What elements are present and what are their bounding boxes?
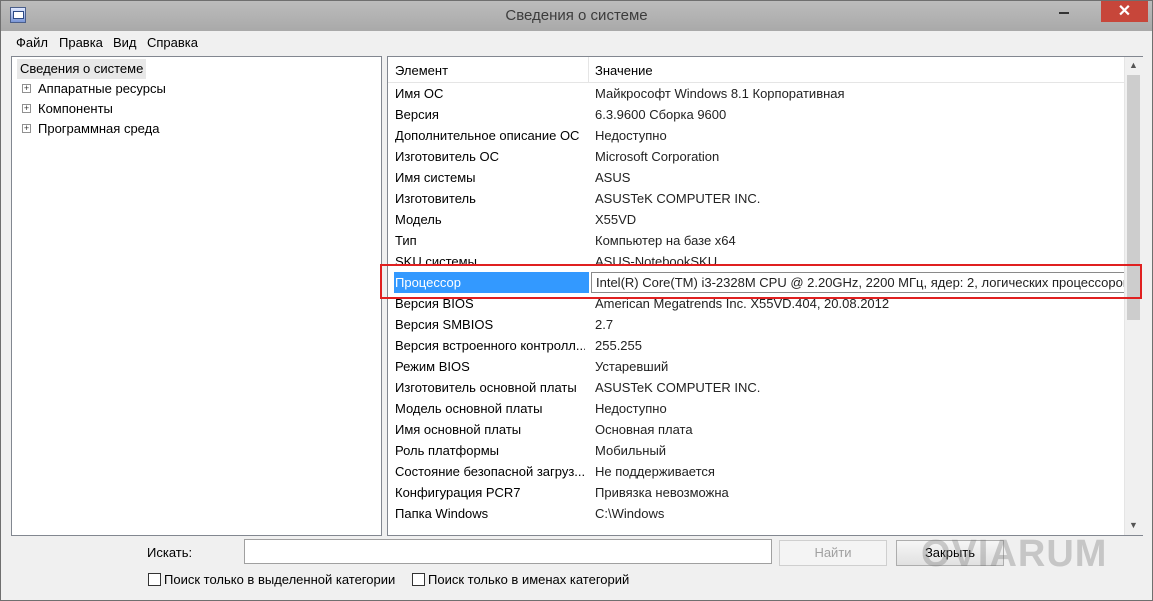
row-element-cell: Версия [395,107,439,122]
scroll-down-icon[interactable]: ▼ [1125,517,1142,534]
row-value-cell: Недоступно [595,128,667,143]
row-element-cell: Изготовитель основной платы [395,380,577,395]
column-header-value[interactable]: Значение [595,63,653,78]
table-row[interactable]: Дополнительное описание ОС Недоступно [388,125,1124,146]
table-row[interactable]: Изготовитель основной платы ASUSTeK COMPU… [388,377,1124,398]
annotation-highlight-box [380,264,1142,299]
tree-item-hardware-resources[interactable]: Аппаратные ресурсы [38,79,166,99]
row-element-cell: Версия SMBIOS [395,317,494,332]
row-element-cell: Модель основной платы [395,401,543,416]
row-value-cell: Компьютер на базе x64 [595,233,736,248]
menu-edit[interactable]: Правка [59,35,103,50]
search-input[interactable] [244,539,772,564]
row-element-cell: Папка Windows [395,506,489,521]
search-selected-category-label[interactable]: Поиск только в выделенной категории [164,572,395,587]
row-element-cell: Модель [395,212,442,227]
row-element-cell: Роль платформы [395,443,499,458]
row-element-cell: Версия встроенного контролл... [395,338,585,353]
row-element-cell: Имя системы [395,170,476,185]
table-row[interactable]: Режим BIOS Устаревший [388,356,1124,377]
window-title: Сведения о системе [505,7,648,24]
menu-view[interactable]: Вид [113,35,137,50]
expand-plus-icon[interactable]: + [22,104,31,113]
expand-plus-icon[interactable]: + [22,124,31,133]
row-value-cell: ASUSTeK COMPUTER INC. [595,380,761,395]
table-row[interactable]: Конфигурация PCR7 Привязка невозможна [388,482,1124,503]
column-divider[interactable] [588,57,589,82]
row-element-cell: Режим BIOS [395,359,470,374]
table-row[interactable]: Модель основной платы Недоступно [388,398,1124,419]
column-header-element[interactable]: Элемент [395,63,448,78]
table-row[interactable]: Изготовитель ASUSTeK COMPUTER INC. [388,188,1124,209]
table-row[interactable]: Имя ОС Майкрософт Windows 8.1 Корпоративн… [388,83,1124,104]
row-value-cell: Мобильный [595,443,667,458]
search-label: Искать: [147,545,193,560]
table-row[interactable]: Имя системы ASUS [388,167,1124,188]
row-element-cell: Имя основной платы [395,422,522,437]
category-tree: Сведения о системе + Аппаратные ресурсы … [11,56,382,536]
row-value-cell: Основная плата [595,422,693,437]
search-category-names-checkbox[interactable] [412,573,425,586]
system-info-window: Сведения о системе ✕ Файл Правка Вид Спр… [0,0,1153,601]
tree-item-components[interactable]: Компоненты [38,99,113,119]
row-value-cell: 2.7 [595,317,614,332]
menu-help[interactable]: Справка [147,35,198,50]
tree-item-software-environment[interactable]: Программная среда [38,119,159,139]
table-row[interactable]: Версия 6.3.9600 Сборка 9600 [388,104,1124,125]
tree-root-system-summary[interactable]: Сведения о системе [17,59,147,79]
list-header: Элемент Значение [388,57,1124,83]
row-value-cell: 255.255 [595,338,642,353]
menu-file[interactable]: Файл [16,35,48,50]
close-window-button[interactable]: ✕ [1101,1,1148,22]
table-row[interactable]: Модель X55VD [388,209,1124,230]
table-row[interactable]: Тип Компьютер на базе x64 [388,230,1124,251]
title-bar[interactable]: Сведения о системе ✕ [1,1,1152,31]
table-row[interactable]: Имя основной платы Основная плата [388,419,1124,440]
table-row[interactable]: Роль платформы Мобильный [388,440,1124,461]
row-value-cell: C:\Windows [595,506,665,521]
row-element-cell: Тип [395,233,417,248]
row-value-cell: X55VD [595,212,637,227]
watermark-logo: OVIARUM [921,533,1108,575]
expand-plus-icon[interactable]: + [22,84,31,93]
row-element-cell: Изготовитель ОС [395,149,499,164]
row-element-cell: Конфигурация PCR7 [395,485,521,500]
menu-bar: Файл Правка Вид Справка [1,32,1152,52]
table-row[interactable]: Папка Windows C:\Windows [388,503,1124,524]
minimize-icon[interactable] [1059,12,1069,14]
row-value-cell: Недоступно [595,401,667,416]
search-category-names-label[interactable]: Поиск только в именах категорий [428,572,629,587]
row-element-cell: Изготовитель [395,191,476,206]
table-row[interactable]: Изготовитель ОС Microsoft Corporation [388,146,1124,167]
row-value-cell: ASUS [595,170,631,185]
row-value-cell: Майкрософт Windows 8.1 Корпоративная [595,86,845,101]
row-element-cell: Дополнительное описание ОС [395,128,580,143]
row-value-cell: Microsoft Corporation [595,149,720,164]
row-element-cell: Имя ОС [395,86,444,101]
scroll-up-icon[interactable]: ▲ [1125,57,1142,74]
table-row[interactable]: Версия SMBIOS 2.7 [388,314,1124,335]
table-row[interactable]: Версия встроенного контролл... 255.255 [388,335,1124,356]
search-selected-category-checkbox[interactable] [148,573,161,586]
row-value-cell: Не поддерживается [595,464,715,479]
row-value-cell: Устаревший [595,359,669,374]
row-value-cell: ASUSTeK COMPUTER INC. [595,191,761,206]
row-value-cell: Привязка невозможна [595,485,729,500]
row-value-cell: 6.3.9600 Сборка 9600 [595,107,727,122]
find-button[interactable]: Найти [779,540,887,566]
table-row[interactable]: Состояние безопасной загруз... Не поддерж… [388,461,1124,482]
row-element-cell: Состояние безопасной загруз... [395,464,585,479]
